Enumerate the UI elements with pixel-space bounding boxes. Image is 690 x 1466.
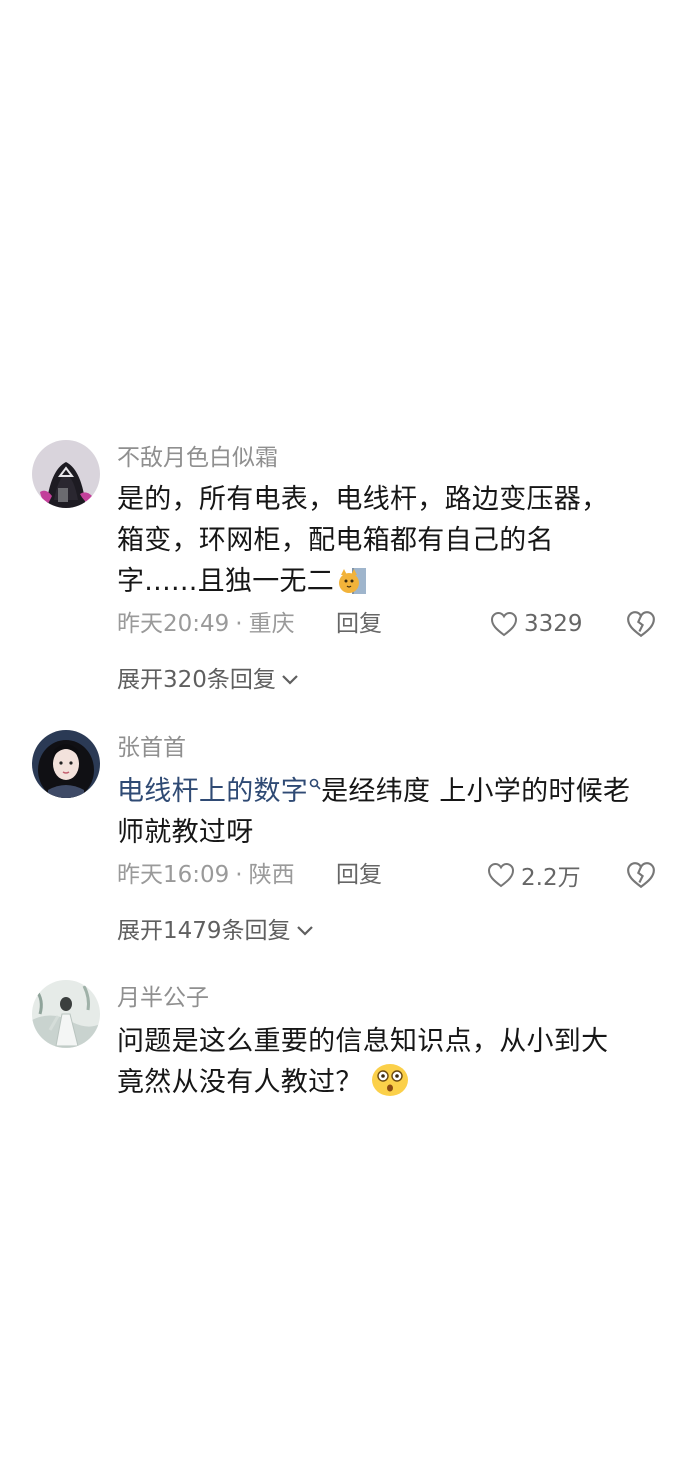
username[interactable]: 月半公子 (117, 983, 209, 1013)
expand-replies-button[interactable]: 展开320条回复 (117, 664, 300, 696)
reply-button[interactable]: 回复 (336, 859, 382, 891)
comment-location: 重庆 (248, 611, 295, 637)
comment-location: 陕西 (248, 862, 295, 888)
comment-line-text: 字......且独一无二 (117, 566, 335, 597)
comment-text: 电线杆上的数字 是经纬度 上小学的时候老 师就教过呀 (117, 771, 677, 853)
dislike-button[interactable] (626, 609, 656, 639)
expand-replies-label: 展开320条回复 (117, 667, 276, 693)
comment-meta: 昨天20:49 · 重庆 (117, 608, 295, 640)
comment-line: 箱变，环网柜，配电箱都有自己的名 (117, 525, 554, 556)
heart-outline-icon (490, 611, 518, 637)
broken-heart-icon (627, 611, 655, 638)
topic-link[interactable]: 电线杆上的数字 (117, 776, 321, 807)
avatar[interactable] (32, 440, 100, 508)
like-button[interactable]: 2.2万 (487, 859, 581, 891)
avatar[interactable] (32, 730, 100, 798)
comment-line: 是的，所有电表，电线杆，路边变压器， (117, 484, 609, 515)
cat-peek-emoji (338, 566, 368, 608)
broken-heart-icon (627, 862, 655, 889)
username[interactable]: 张首首 (117, 733, 186, 763)
comment-line-text: 竟然从没有人教过？ (117, 1067, 363, 1098)
meta-separator: · (235, 862, 243, 888)
expand-replies-button[interactable]: 展开1479条回复 (117, 915, 315, 947)
comment-time: 昨天20:49 (117, 611, 230, 637)
shocked-face-emoji (371, 1063, 409, 1109)
meta-separator: · (235, 611, 243, 637)
comment-text: 问题是这么重要的信息知识点，从小到大 竟然从没有人教过？ (117, 1021, 667, 1109)
comment-line: 字......且独一无二 (117, 561, 667, 608)
topic-link-text: 电线杆上的数字 (117, 776, 309, 807)
comment-meta: 昨天16:09 · 陕西 (117, 859, 295, 891)
comment-line: 竟然从没有人教过？ (117, 1062, 667, 1109)
search-icon (309, 778, 321, 790)
avatar[interactable] (32, 980, 100, 1048)
reply-button[interactable]: 回复 (336, 608, 382, 640)
comment-time: 昨天16:09 (117, 862, 230, 888)
comment-line: 电线杆上的数字 是经纬度 上小学的时候老 (117, 771, 677, 812)
like-count: 2.2万 (521, 865, 581, 891)
expand-replies-label: 展开1479条回复 (117, 918, 291, 944)
heart-outline-icon (487, 862, 515, 888)
comment-line: 师就教过呀 (117, 817, 254, 848)
username[interactable]: 不敌月色白似霜 (117, 443, 278, 473)
dislike-button[interactable] (626, 860, 656, 890)
comment-line: 问题是这么重要的信息知识点，从小到大 (117, 1026, 609, 1057)
like-button[interactable]: 3329 (490, 608, 583, 640)
comment-text: 是的，所有电表，电线杆，路边变压器， 箱变，环网柜，配电箱都有自己的名 字...… (117, 479, 667, 608)
like-count: 3329 (524, 611, 583, 637)
comment-line-text: 是经纬度 上小学的时候老 (321, 776, 631, 807)
chevron-down-icon (296, 926, 313, 936)
chevron-down-icon (282, 675, 298, 685)
